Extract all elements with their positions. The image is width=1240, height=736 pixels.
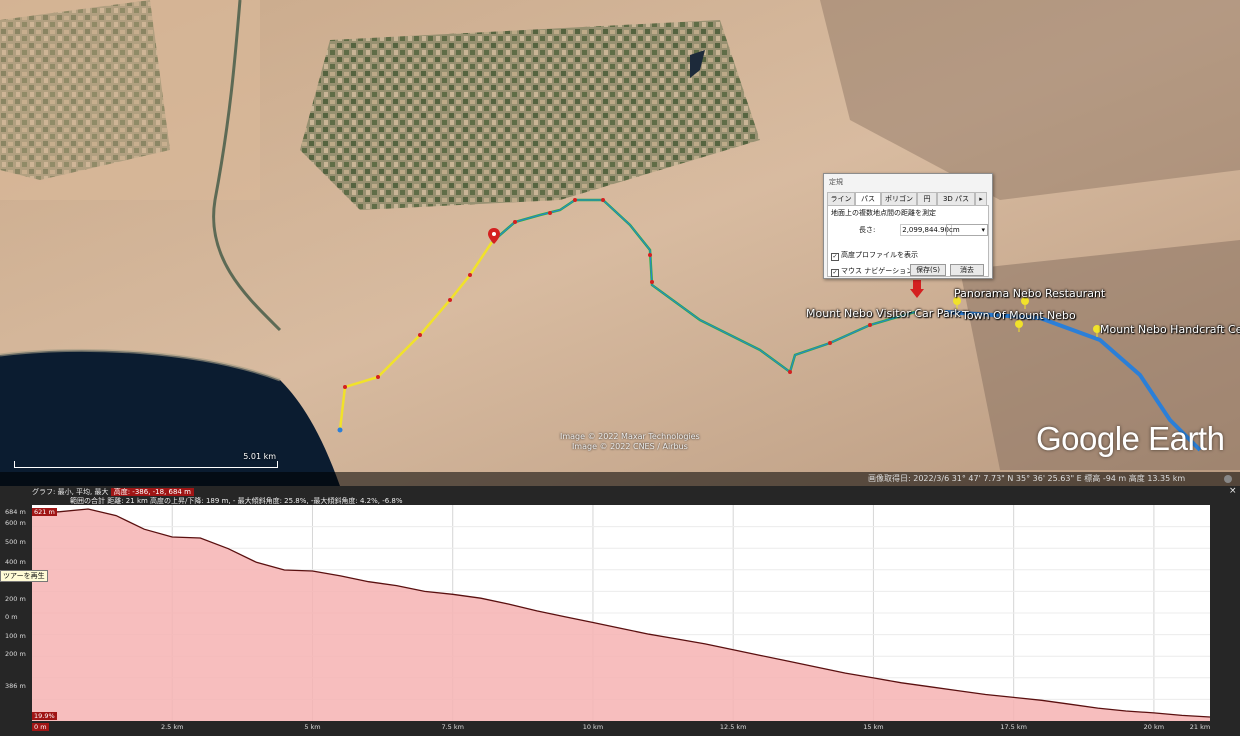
x-tick-label: 12.5 km [719,723,747,731]
y-tick-label: 100 m [5,632,26,640]
hover-slope-marker: 19.9% [32,712,57,720]
google-earth-logo: Google Earth [1036,420,1225,457]
y-tick-label: 200 m [5,595,26,603]
play-tour-tooltip: ツアーを再生 [0,570,48,582]
place-label-panorama-nebo-restaurant[interactable]: Panorama Nebo Restaurant [954,287,1105,300]
unit-value: cm [949,226,960,234]
elevation-stats-badge: 高度: -386, -18, 684 m [110,488,194,496]
hover-elevation-marker: 621 m [32,508,57,516]
x-tick-label: 2.5 km [160,723,184,731]
elevation-profile-panel[interactable]: グラフ: 最小, 平均, 最大 高度: -386, -18, 684 m 範囲の… [0,486,1240,736]
x-tick-label: 21 km [1189,723,1211,731]
ruler-dialog-title: 定規 [829,178,843,186]
unit-select[interactable]: cm ▾ [946,224,988,236]
y-tick-label: 386 m [5,682,26,690]
place-label-town-of-mount-nebo[interactable]: Town Of Mount Nebo [962,309,1076,322]
save-button[interactable]: 保存(S) [910,264,946,276]
ruler-description: 地面上の複数地点間の距離を測定 [831,209,936,217]
checkbox-checked-icon: ✓ [831,269,839,277]
tab-path[interactable]: パス [855,192,881,206]
tab-polygon[interactable]: ポリゴン [881,192,917,206]
end-marker-icon[interactable] [910,280,924,298]
close-icon[interactable]: × [1229,486,1237,496]
checkbox-checked-icon: ✓ [831,253,839,261]
y-tick-label: 200 m [5,650,26,658]
length-label: 長さ: [859,226,876,234]
show-elevation-label: 高度プロファイルを表示 [841,251,918,259]
y-tick-label: 600 m [5,519,26,527]
place-label-visitor-car-park[interactable]: Mount Nebo Visitor Car Park [806,307,961,320]
x-tick-label: 17.5 km [1000,723,1027,731]
ruler-tabs: ライン パス ポリゴン 円 3D パス ▸ [827,192,989,206]
tab-line[interactable]: ライン [827,192,855,206]
copyright-line: Image © 2022 Maxar Technologies [560,432,700,441]
x-tick-label: 15 km [863,723,884,731]
clear-button[interactable]: 消去 [950,264,984,276]
imagery-copyright: Image © 2022 Maxar Technologies Image © … [560,432,700,452]
y-tick-label: 684 m [5,508,26,516]
mouse-nav-checkbox[interactable]: ✓ マウス ナビゲーション [831,266,913,277]
scale-bar-line [14,461,278,468]
start-pin-icon[interactable] [488,228,500,244]
place-label-handcraft-center[interactable]: Mount Nebo Handcraft Cen [1100,323,1240,336]
scale-label: 5.01 km [243,452,276,461]
y-tick-label: 0 m [5,613,18,621]
x-tick-label: 7.5 km [441,723,464,731]
map-imagery[interactable] [0,0,1240,486]
satellite-map-view[interactable]: Panorama Nebo Restaurant Mount Nebo Visi… [0,0,1240,486]
length-value: 2,099,844.90 [900,224,952,236]
hover-distance-marker: 0 m [32,723,49,731]
streaming-globe-icon [1224,475,1232,483]
tabs-scroll-right-icon[interactable]: ▸ [975,192,987,206]
x-tick-label: 5 km [304,723,321,731]
chevron-down-icon: ▾ [981,226,985,234]
y-tick-label: 400 m [5,558,26,566]
show-elevation-checkbox[interactable]: ✓ 高度プロファイルを表示 [831,250,918,261]
scale-bar: 5.01 km [14,452,278,470]
tab-circle[interactable]: 円 [917,192,937,206]
mouse-nav-label: マウス ナビゲーション [841,267,914,275]
graph-stats-label: グラフ: 最小, 平均, 最大 [32,488,109,496]
ruler-panel: 地面上の複数地点間の距離を測定 長さ: 2,099,844.90 cm ▾ ✓ 高度… [827,205,989,277]
y-tick-label: 500 m [5,538,26,546]
copyright-line: Image © 2022 CNES / Airbus [571,442,688,451]
status-bar: 画像取得日: 2022/3/6 31° 47' 7.73" N 35° 36' … [0,472,1240,486]
ruler-dialog[interactable]: 定規 ライン パス ポリゴン 円 3D パス ▸ 地面上の複数地点間の距離を測定… [823,173,993,279]
status-coordinates: 画像取得日: 2022/3/6 31° 47' 7.73" N 35° 36' … [868,474,1186,483]
x-tick-label: 20 km [1143,723,1165,731]
tab-3d-path[interactable]: 3D パス [937,192,975,206]
x-tick-label: 10 km [582,723,604,731]
elevation-chart[interactable] [32,505,1210,721]
